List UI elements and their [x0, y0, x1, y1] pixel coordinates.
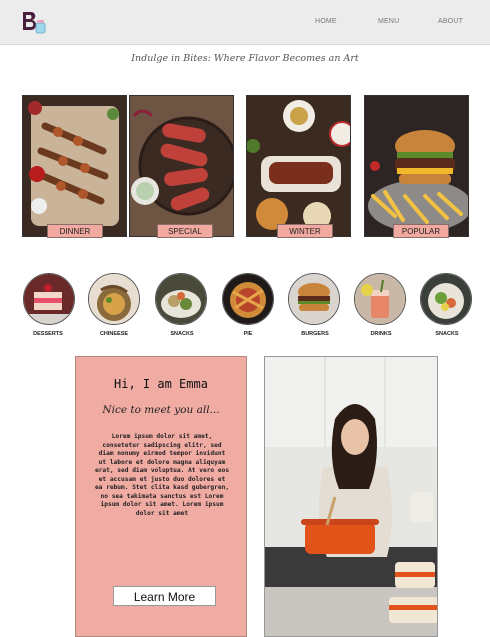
category-label-burgers[interactable]: BURGERS [285, 331, 345, 337]
featured-card-dinner[interactable] [22, 95, 127, 237]
site-header: HOME MENU ABOUT [0, 0, 490, 45]
nav-menu-link[interactable]: MENU [378, 18, 399, 25]
category-label-desserts[interactable]: DESSERTS [18, 331, 78, 337]
nav-home-link[interactable]: HOME [315, 18, 337, 25]
featured-card-special[interactable] [129, 95, 234, 237]
category-label-pie[interactable]: PIE [218, 331, 278, 337]
intro-subheading: Nice to meet you all... [102, 404, 220, 416]
category-drinks-image[interactable] [354, 273, 406, 325]
skewers-platter-image [23, 96, 126, 236]
nav-about-link[interactable]: ABOUT [438, 18, 463, 25]
category-pie-image[interactable] [222, 273, 274, 325]
featured-card-popular[interactable] [364, 95, 469, 237]
featured-label-special[interactable]: SPECIAL [157, 224, 213, 238]
category-desserts-image[interactable] [23, 273, 75, 325]
featured-label-dinner[interactable]: DINNER [47, 224, 103, 238]
featured-card-winter[interactable] [246, 95, 351, 237]
chef-photo [264, 356, 438, 637]
category-label-snacks[interactable]: SNACKS [152, 331, 212, 337]
featured-label-popular[interactable]: POPULAR [393, 224, 449, 238]
category-snacks-image[interactable] [155, 273, 207, 325]
category-label-drinks[interactable]: DRINKS [351, 331, 411, 337]
tagline: Indulge in Bites: Where Flavor Becomes a… [131, 53, 359, 64]
category-snacks-2-image[interactable] [420, 273, 472, 325]
intro-card: Hi, I am Emma Nice to meet you all... Lo… [75, 356, 247, 637]
category-chineese-image[interactable] [88, 273, 140, 325]
intro-body-text: Lorem ipsum dolor sit amet, consetetur s… [94, 433, 230, 517]
learn-more-button[interactable]: Learn More [113, 586, 216, 606]
category-burgers-image[interactable] [288, 273, 340, 325]
intro-heading: Hi, I am Emma [114, 377, 208, 391]
sausage-plate-image [130, 96, 233, 236]
roast-table-image [247, 96, 350, 236]
site-logo[interactable] [20, 9, 48, 35]
category-label-chineese[interactable]: CHINEESE [84, 331, 144, 337]
burger-fries-image [365, 96, 468, 236]
featured-label-winter[interactable]: WINTER [277, 224, 333, 238]
category-label-snacks-2[interactable]: SNACKS [417, 331, 477, 337]
